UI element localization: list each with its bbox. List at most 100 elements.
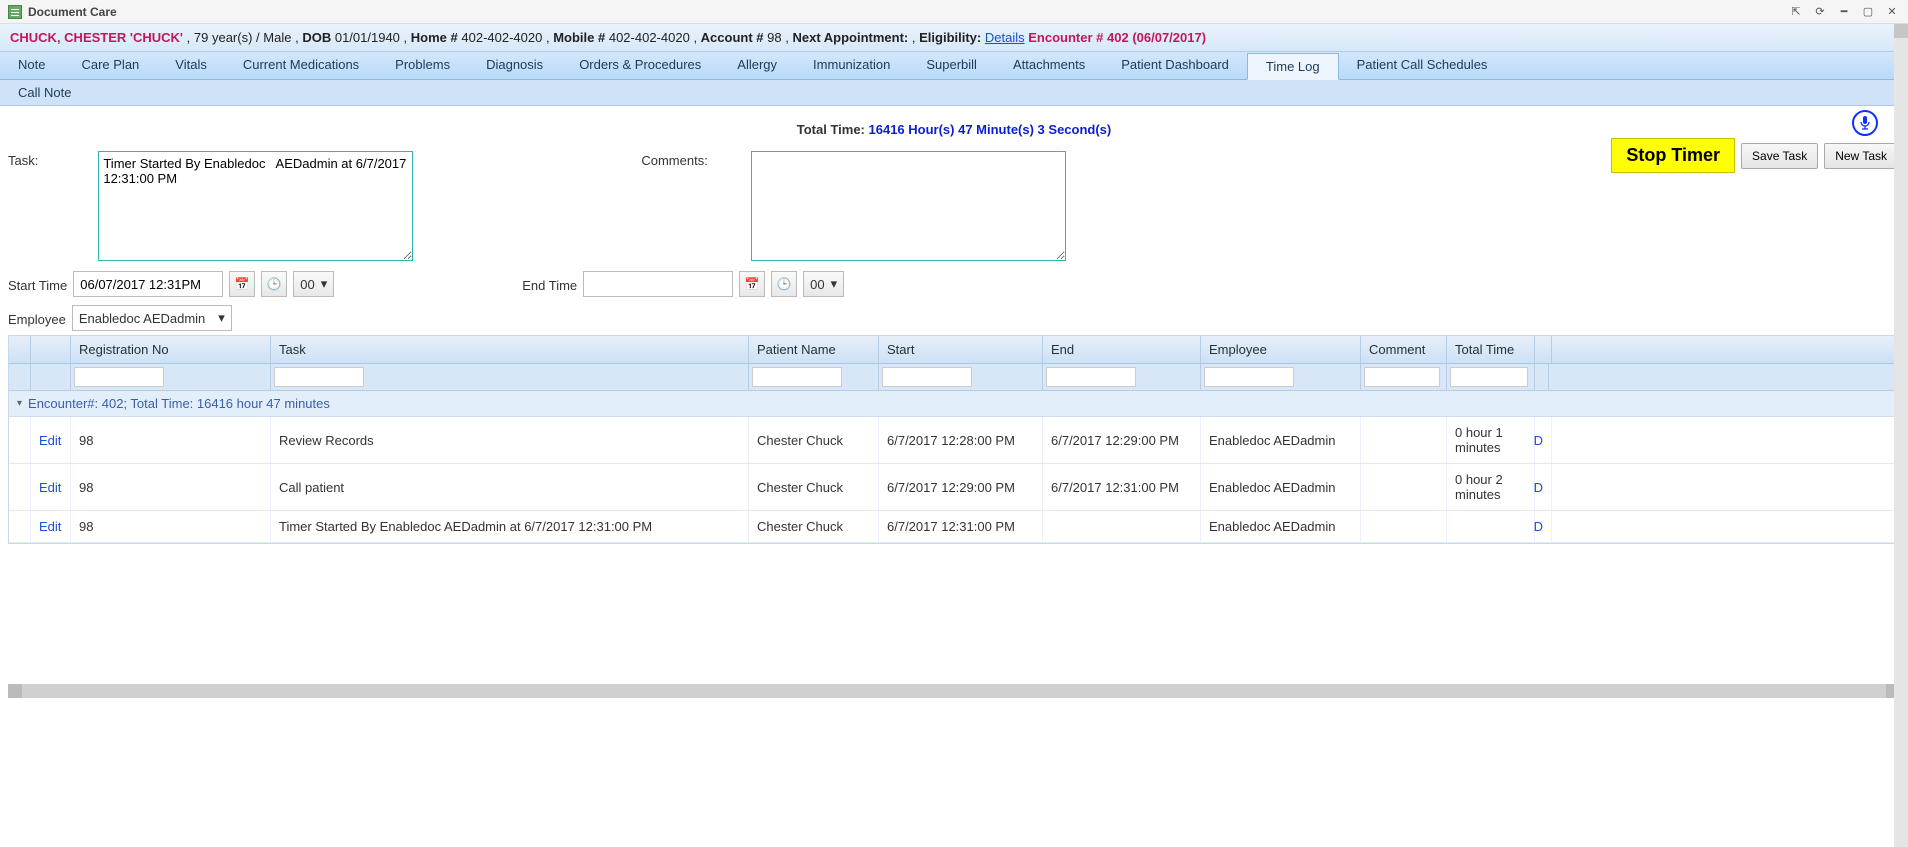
horizontal-scrollbar[interactable] — [8, 684, 1900, 698]
tab-vitals[interactable]: Vitals — [157, 52, 225, 79]
edit-link[interactable]: Edit — [39, 519, 61, 534]
cell-end: 6/7/2017 12:31:00 PM — [1043, 464, 1201, 510]
filter-comment[interactable] — [1364, 367, 1440, 387]
delete-link[interactable]: D — [1534, 480, 1543, 495]
task-textarea[interactable] — [98, 151, 413, 261]
col-task[interactable]: Task — [271, 336, 749, 363]
filter-task[interactable] — [274, 367, 364, 387]
start-calendar-icon[interactable]: 📅 — [229, 271, 255, 297]
filter-total-time[interactable] — [1450, 367, 1528, 387]
titlebar: Document Care ⇱ ⟳ ━ ▢ ✕ — [0, 0, 1908, 24]
cell-employee: Enabledoc AEDadmin — [1201, 417, 1361, 463]
patient-gender: Male — [263, 30, 291, 45]
tab-current-medications[interactable]: Current Medications — [225, 52, 377, 79]
chevron-down-icon: ▾ — [831, 276, 838, 292]
cell-patient-name: Chester Chuck — [749, 511, 879, 542]
tab-patient-dashboard[interactable]: Patient Dashboard — [1103, 52, 1247, 79]
save-task-button[interactable]: Save Task — [1741, 143, 1818, 169]
comments-label: Comments: — [641, 151, 711, 261]
stop-timer-button[interactable]: Stop Timer — [1611, 138, 1735, 173]
comments-textarea[interactable] — [751, 151, 1066, 261]
tab-time-log[interactable]: Time Log — [1247, 53, 1339, 80]
tab-immunization[interactable]: Immunization — [795, 52, 908, 79]
patient-header: CHUCK, CHESTER 'CHUCK' , 79 year(s) / Ma… — [0, 24, 1908, 52]
minimize-icon[interactable]: ━ — [1836, 5, 1852, 19]
filter-patient-name[interactable] — [752, 367, 842, 387]
encounter-date: (06/07/2017) — [1132, 30, 1206, 45]
delete-link[interactable]: D — [1534, 519, 1543, 534]
col-employee[interactable]: Employee — [1201, 336, 1361, 363]
tab-patient-call-schedules[interactable]: Patient Call Schedules — [1339, 52, 1506, 79]
voice-icon[interactable] — [1852, 110, 1878, 136]
tab-row-2: Call Note — [0, 80, 1908, 106]
app-icon — [8, 5, 22, 19]
edit-link[interactable]: Edit — [39, 480, 61, 495]
end-calendar-icon[interactable]: 📅 — [739, 271, 765, 297]
dob-value: 01/01/1940 — [335, 30, 400, 45]
end-clock-icon[interactable]: 🕒 — [771, 271, 797, 297]
maximize-icon[interactable]: ▢ — [1860, 5, 1876, 19]
tab-superbill[interactable]: Superbill — [908, 52, 995, 79]
filter-end[interactable] — [1046, 367, 1136, 387]
mobile-value: 402-402-4020 — [609, 30, 690, 45]
filter-registration-no[interactable] — [74, 367, 164, 387]
col-start[interactable]: Start — [879, 336, 1043, 363]
scroll-left-icon[interactable] — [8, 684, 22, 698]
tab-problems[interactable]: Problems — [377, 52, 468, 79]
cell-registration-no: 98 — [71, 464, 271, 510]
cell-patient-name: Chester Chuck — [749, 417, 879, 463]
cell-registration-no: 98 — [71, 511, 271, 542]
col-total-time[interactable]: Total Time — [1447, 336, 1535, 363]
account-label: Account # — [701, 30, 764, 45]
tab-note[interactable]: Note — [0, 52, 63, 79]
vertical-scrollbar[interactable] — [1894, 24, 1908, 847]
group-row[interactable]: ▾ Encounter#: 402; Total Time: 16416 hou… — [9, 391, 1907, 417]
cell-task: Review Records — [271, 417, 749, 463]
table-row: Edit 98Review RecordsChester Chuck 6/7/201… — [9, 417, 1907, 464]
tab-diagnosis[interactable]: Diagnosis — [468, 52, 561, 79]
cell-end: 6/7/2017 12:29:00 PM — [1043, 417, 1201, 463]
cell-task: Timer Started By Enabledoc AEDadmin at 6… — [271, 511, 749, 542]
refresh-icon[interactable]: ⟳ — [1812, 5, 1828, 19]
col-end[interactable]: End — [1043, 336, 1201, 363]
end-seconds-select[interactable]: 00 ▾ — [803, 271, 844, 297]
mobile-label: Mobile # — [553, 30, 605, 45]
group-label: Encounter#: 402; Total Time: 16416 hour … — [28, 396, 330, 411]
filter-start[interactable] — [882, 367, 972, 387]
collapse-icon[interactable]: ▾ — [17, 398, 22, 409]
dob-label: DOB — [302, 30, 331, 45]
tab-allergy[interactable]: Allergy — [719, 52, 795, 79]
home-label: Home # — [411, 30, 458, 45]
cell-registration-no: 98 — [71, 417, 271, 463]
time-log-content: Total Time: 16416 Hour(s) 47 Minute(s) 3… — [0, 106, 1908, 704]
tab-attachments[interactable]: Attachments — [995, 52, 1103, 79]
cell-patient-name: Chester Chuck — [749, 464, 879, 510]
col-registration-no[interactable]: Registration No — [71, 336, 271, 363]
employee-select[interactable]: Enabledoc AEDadmin ▾ — [72, 305, 232, 331]
account-value: 98 — [767, 30, 781, 45]
cell-start: 6/7/2017 12:31:00 PM — [879, 511, 1043, 542]
tab-call-note[interactable]: Call Note — [0, 80, 89, 105]
tab-care-plan[interactable]: Care Plan — [63, 52, 157, 79]
start-time-input[interactable] — [73, 271, 223, 297]
cell-comment — [1361, 511, 1447, 542]
new-task-button[interactable]: New Task — [1824, 143, 1898, 169]
col-patient-name[interactable]: Patient Name — [749, 336, 879, 363]
grid-filter-row — [9, 364, 1907, 391]
close-icon[interactable]: ✕ — [1884, 5, 1900, 19]
col-comment[interactable]: Comment — [1361, 336, 1447, 363]
scroll-up-icon[interactable] — [1894, 24, 1908, 38]
eligibility-details-link[interactable]: Details — [985, 30, 1025, 45]
tab-row-1: Note Care Plan Vitals Current Medication… — [0, 52, 1908, 80]
cell-total-time: 0 hour 1 minutes — [1447, 417, 1535, 463]
cell-start: 6/7/2017 12:29:00 PM — [879, 464, 1043, 510]
delete-link[interactable]: D — [1534, 433, 1543, 448]
tab-orders-procedures[interactable]: Orders & Procedures — [561, 52, 719, 79]
edit-link[interactable]: Edit — [39, 433, 61, 448]
start-seconds-select[interactable]: 00 ▾ — [293, 271, 334, 297]
filter-employee[interactable] — [1204, 367, 1294, 387]
pin-icon[interactable]: ⇱ — [1788, 5, 1804, 19]
grid-header: Registration No Task Patient Name Start … — [9, 336, 1907, 364]
start-clock-icon[interactable]: 🕒 — [261, 271, 287, 297]
end-time-input[interactable] — [583, 271, 733, 297]
